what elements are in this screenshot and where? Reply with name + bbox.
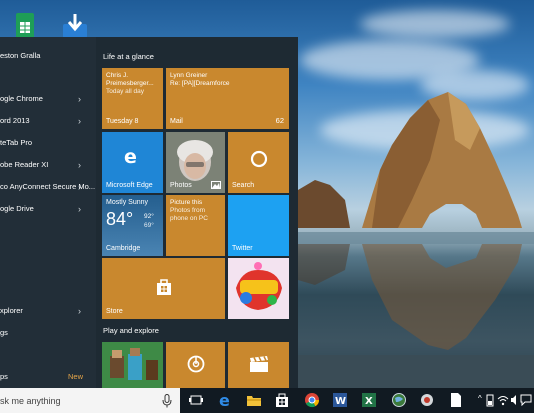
app-item-anyconnect[interactable]: co AnyConnect Secure Mo... › bbox=[0, 176, 96, 198]
weather-temp: 84° bbox=[106, 209, 134, 229]
minecraft-icon bbox=[102, 342, 163, 388]
groove-music-icon bbox=[187, 355, 205, 373]
svg-text:X: X bbox=[365, 396, 373, 407]
download-icon[interactable] bbox=[60, 12, 90, 40]
file-explorer-icon[interactable] bbox=[245, 391, 263, 409]
chevron-up-icon[interactable]: ^ bbox=[478, 394, 482, 403]
weather-city: Cambridge bbox=[106, 245, 141, 252]
svg-text:e: e bbox=[219, 392, 230, 408]
app-label: gs bbox=[0, 328, 8, 337]
movies-clapper-icon bbox=[250, 356, 268, 372]
photos-label: Photos bbox=[170, 182, 192, 189]
all-apps[interactable]: ps New bbox=[0, 366, 96, 388]
edge-label: Microsoft Edge bbox=[106, 182, 153, 189]
network-globe-icon[interactable] bbox=[390, 391, 408, 409]
app-label: ord 2013 bbox=[0, 116, 30, 125]
app-label: ogle Drive bbox=[0, 204, 34, 213]
picture-line-1: Picture this bbox=[170, 199, 203, 206]
weather-condition: Mostly Sunny bbox=[106, 199, 149, 206]
battery-icon[interactable] bbox=[484, 392, 496, 408]
search-input[interactable] bbox=[0, 392, 150, 409]
notification-icon[interactable] bbox=[519, 392, 533, 408]
store-label: Store bbox=[106, 308, 123, 315]
chevron-right-icon[interactable]: › bbox=[78, 154, 81, 176]
store-tile[interactable]: Store bbox=[102, 258, 225, 319]
edge-taskbar-icon[interactable]: e bbox=[217, 391, 235, 409]
app-label: xplorer bbox=[0, 306, 23, 315]
app-item-word[interactable]: ord 2013 › bbox=[0, 110, 96, 132]
weather-tile[interactable]: Mostly Sunny 84° 92° 69° Cambridge bbox=[102, 195, 163, 256]
phone-companion-tile[interactable]: Picture this Photos from phone on PC bbox=[166, 195, 225, 256]
photo-icon bbox=[211, 181, 221, 189]
calendar-line-2: Preimesberger... bbox=[106, 80, 154, 87]
app-item-chrome[interactable]: ogle Chrome › bbox=[0, 88, 96, 110]
word-icon[interactable]: W bbox=[331, 391, 349, 409]
candy-crush-icon bbox=[228, 258, 289, 319]
new-badge: New bbox=[68, 372, 84, 381]
app-item-notetab[interactable]: teTab Pro bbox=[0, 132, 96, 154]
app-label: ogle Chrome bbox=[0, 94, 43, 103]
chevron-right-icon[interactable]: › bbox=[78, 300, 81, 322]
chrome-icon[interactable] bbox=[303, 391, 321, 409]
settings-item[interactable]: gs bbox=[0, 322, 96, 344]
search-tile[interactable]: Search bbox=[228, 132, 289, 193]
calendar-line-1: Chris J. bbox=[106, 72, 129, 79]
sheets-icon[interactable] bbox=[10, 12, 40, 40]
picture-line-3: phone on PC bbox=[170, 215, 208, 222]
photos-tile[interactable]: Photos bbox=[166, 132, 225, 193]
taskbar: e W X ^ bbox=[0, 388, 534, 413]
microphone-icon[interactable] bbox=[162, 394, 172, 408]
mail-tile[interactable]: Lynn Greiner Re: [PA][Dreamforce Mail 62 bbox=[166, 68, 289, 129]
group-play-and-explore[interactable]: Play and explore bbox=[103, 326, 159, 335]
chevron-right-icon[interactable]: › bbox=[78, 198, 81, 220]
app-label: teTab Pro bbox=[0, 138, 33, 147]
chevron-right-icon[interactable]: › bbox=[78, 176, 81, 198]
user-account[interactable]: eston Gralla bbox=[0, 45, 96, 67]
calendar-tile[interactable]: Chris J. Preimesberger... Today all day … bbox=[102, 68, 163, 129]
app-taskbar-icon[interactable] bbox=[418, 391, 436, 409]
store-taskbar-icon[interactable] bbox=[273, 391, 291, 409]
group-life-at-a-glance[interactable]: Life at a glance bbox=[103, 52, 154, 61]
picture-line-2: Photos from bbox=[170, 207, 206, 214]
mail-subject: Re: [PA][Dreamforce bbox=[170, 80, 230, 87]
candy-crush-tile[interactable] bbox=[228, 258, 289, 319]
mail-label: Mail bbox=[170, 118, 183, 125]
search-box[interactable] bbox=[0, 388, 180, 413]
search-label: Search bbox=[232, 182, 255, 189]
document-icon[interactable] bbox=[447, 391, 465, 409]
wifi-icon[interactable] bbox=[497, 392, 509, 408]
mail-sender: Lynn Greiner bbox=[170, 72, 208, 79]
start-menu: eston Gralla ogle Chrome › ord 2013 › te… bbox=[0, 37, 298, 388]
svg-text:e: e bbox=[124, 146, 137, 166]
twitter-tile[interactable]: Twitter bbox=[228, 195, 289, 256]
calendar-day: Tuesday 8 bbox=[106, 118, 139, 125]
groove-music-tile[interactable] bbox=[166, 342, 225, 388]
excel-icon[interactable]: X bbox=[360, 391, 378, 409]
chevron-right-icon[interactable]: › bbox=[78, 88, 81, 110]
minecraft-tile[interactable] bbox=[102, 342, 163, 388]
file-explorer[interactable]: xplorer › bbox=[0, 300, 96, 322]
movies-tv-tile[interactable] bbox=[228, 342, 289, 388]
task-view-icon[interactable] bbox=[187, 391, 205, 409]
edge-icon: e bbox=[124, 146, 137, 166]
user-name: eston Gralla bbox=[0, 51, 41, 60]
store-bag-icon bbox=[157, 279, 171, 295]
edge-tile[interactable]: e Microsoft Edge bbox=[102, 132, 163, 193]
cortana-icon bbox=[250, 150, 268, 168]
app-label: obe Reader XI bbox=[0, 160, 49, 169]
twitter-label: Twitter bbox=[232, 245, 253, 252]
svg-text:W: W bbox=[335, 396, 346, 407]
app-label: ps bbox=[0, 372, 8, 381]
weather-high: 92° bbox=[144, 213, 154, 220]
chevron-right-icon[interactable]: › bbox=[78, 110, 81, 132]
app-list: eston Gralla ogle Chrome › ord 2013 › te… bbox=[0, 37, 96, 388]
calendar-line-3: Today all day bbox=[106, 88, 144, 95]
weather-low: 69° bbox=[144, 222, 154, 229]
app-item-adobe-reader[interactable]: obe Reader XI › bbox=[0, 154, 96, 176]
app-item-google-drive[interactable]: ogle Drive › bbox=[0, 198, 96, 220]
mail-count: 62 bbox=[275, 116, 284, 125]
